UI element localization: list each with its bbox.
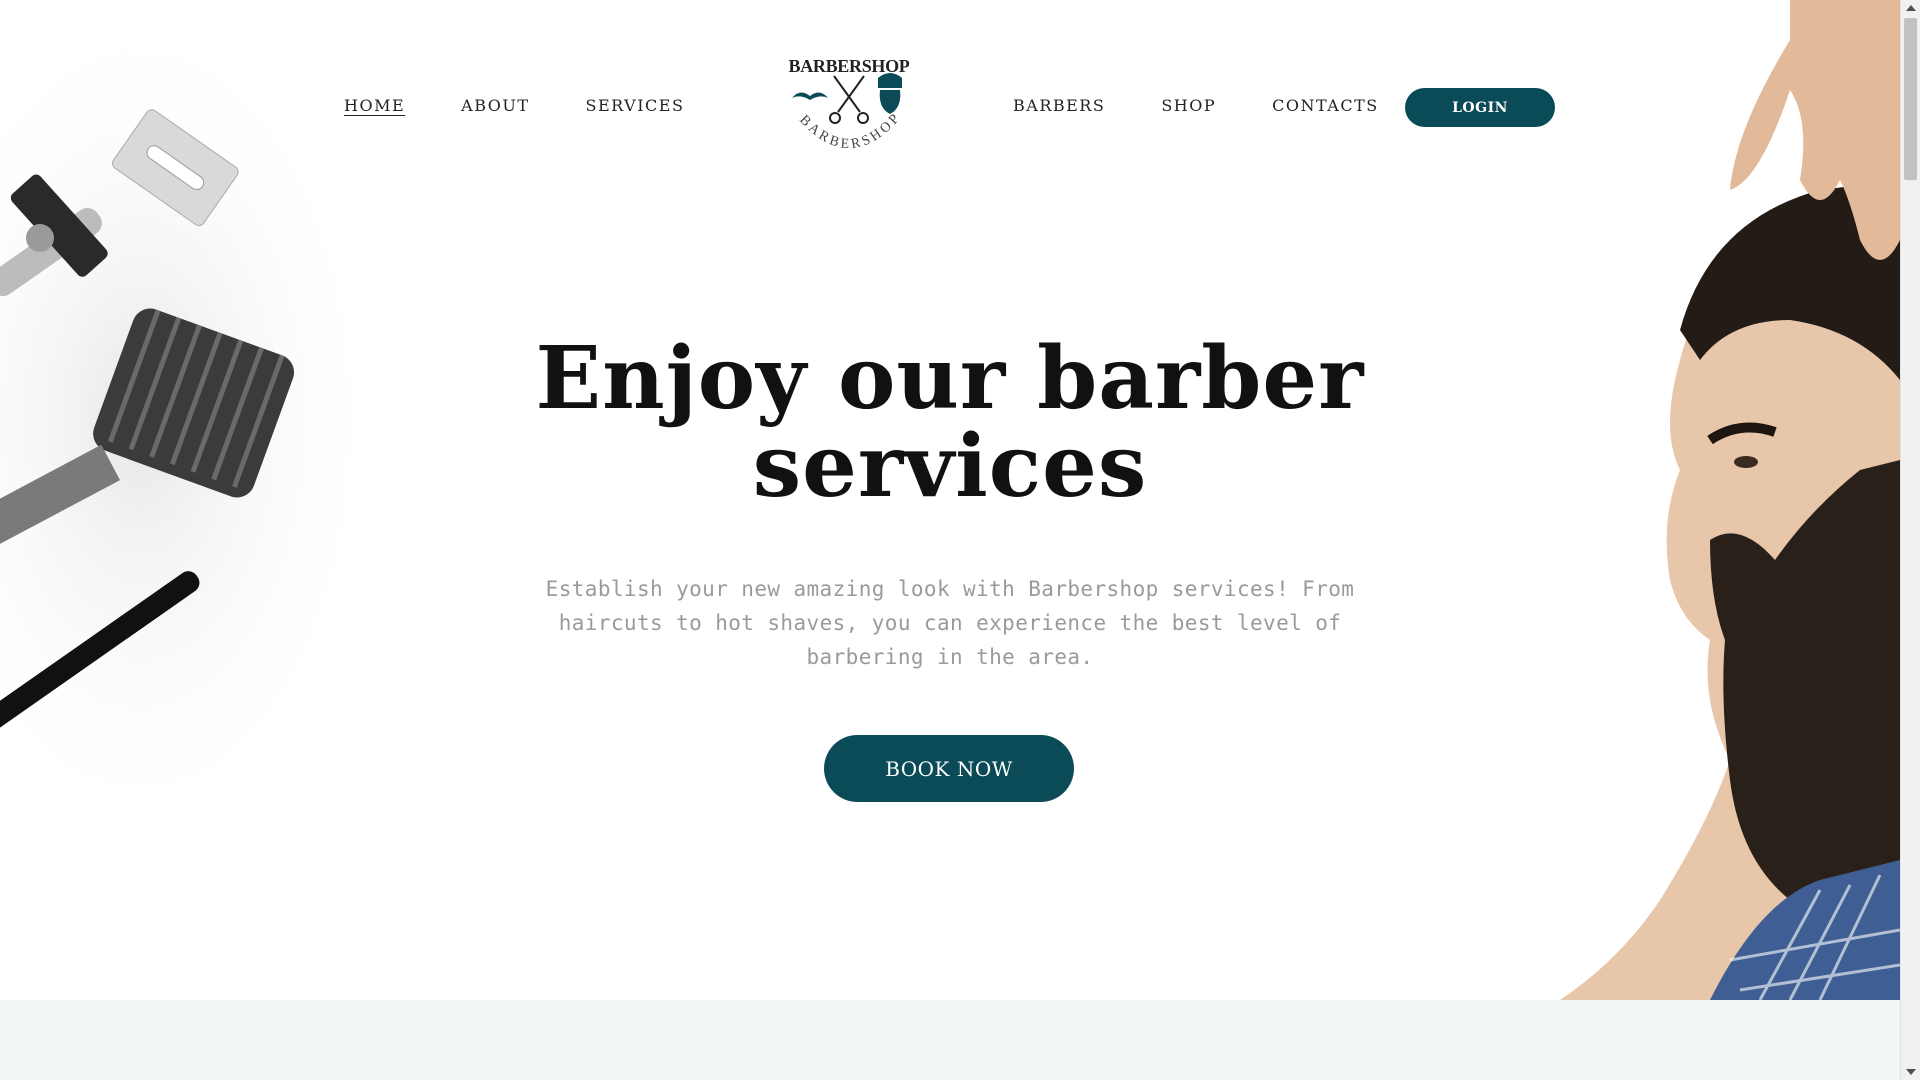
nav-contacts[interactable]: CONTACTS <box>1272 92 1379 120</box>
nav-about[interactable]: ABOUT <box>461 92 529 120</box>
hero-description: Establish your new amazing look with Bar… <box>545 577 1355 669</box>
scroll-up-icon[interactable] <box>1906 5 1916 11</box>
next-section-band <box>0 1000 1900 1080</box>
nav-barbers[interactable]: BARBERS <box>1013 92 1105 120</box>
hero-title: Enjoy our barber services <box>520 335 1380 511</box>
bearded-man-image <box>1560 0 1901 1001</box>
hero-title-line2: services <box>752 416 1148 517</box>
scissors-icon <box>829 75 869 124</box>
main-nav-right: BARBERS SHOP CONTACTS <box>1013 92 1433 120</box>
nav-home[interactable]: HOME <box>344 92 405 120</box>
logo-arc-text: BARBERSHOP <box>796 110 901 153</box>
scroll-down-icon[interactable] <box>1906 1069 1916 1075</box>
book-now-button[interactable]: BOOK NOW <box>824 735 1074 802</box>
login-button[interactable]: LOGIN <box>1405 88 1555 127</box>
bearded-head-icon <box>878 73 902 114</box>
barbershop-logo[interactable]: BARBERSHOP BARBERSHOP <box>784 52 914 170</box>
hero-title-line1: Enjoy our barber <box>535 328 1365 429</box>
mustache-icon <box>792 92 828 100</box>
svg-text:BARBERSHOP: BARBERSHOP <box>796 110 904 153</box>
nav-services[interactable]: SERVICES <box>586 92 685 120</box>
logo-title: BARBERSHOP <box>788 56 910 76</box>
main-nav-left: HOME ABOUT SERVICES <box>344 92 740 120</box>
nav-shop[interactable]: SHOP <box>1161 92 1216 120</box>
scroll-thumb[interactable] <box>1904 18 1917 180</box>
barber-tools-image <box>0 0 420 900</box>
page-scrollbar[interactable] <box>1900 0 1920 1080</box>
